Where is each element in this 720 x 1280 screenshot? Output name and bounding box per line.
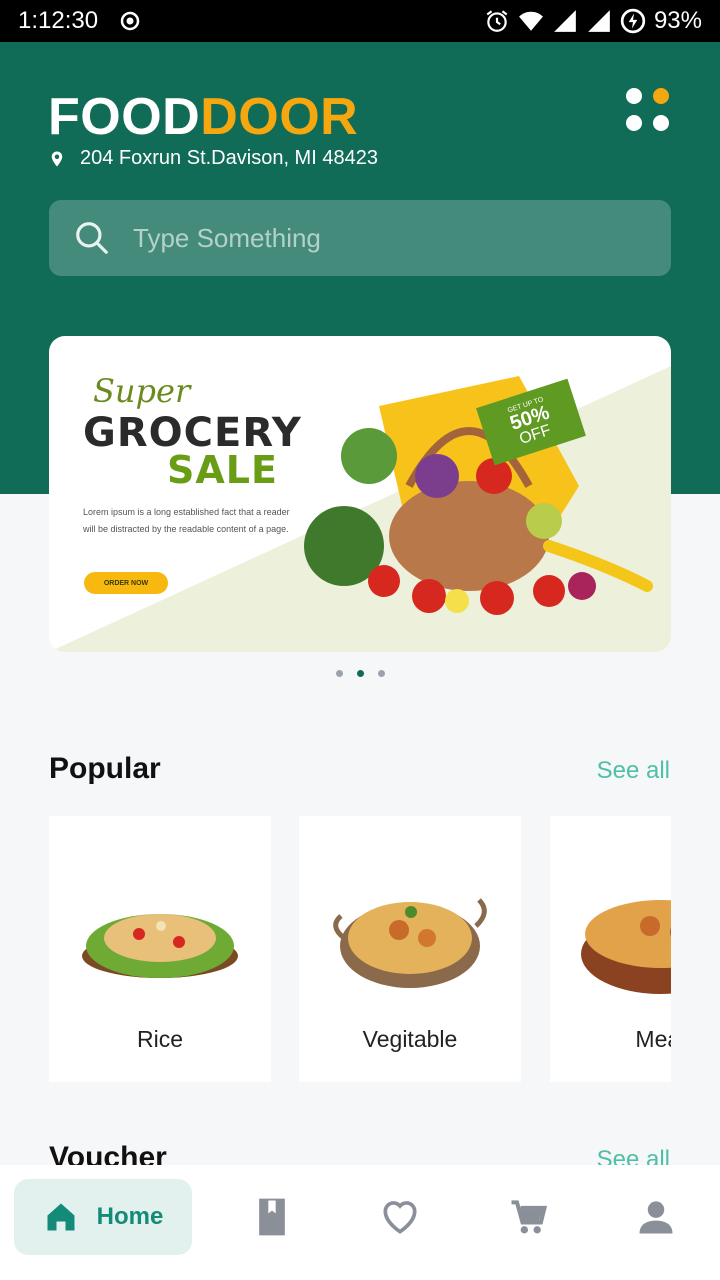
status-bar: 1:12:30 93% — [0, 0, 720, 42]
alarm-icon — [486, 10, 508, 32]
popular-card-rice[interactable]: Rice — [49, 816, 271, 1082]
banner-pager[interactable] — [0, 670, 720, 677]
status-time: 1:12:30 — [18, 7, 99, 34]
brand-logo: FOODDOOR — [48, 87, 358, 147]
book-icon[interactable] — [250, 1195, 294, 1239]
pager-dot[interactable] — [335, 670, 343, 677]
person-icon[interactable] — [634, 1195, 678, 1239]
search-icon — [76, 222, 108, 254]
promo-banner[interactable]: Super GROCERY SALE Lorem ipsum is a long… — [49, 336, 671, 652]
heart-icon[interactable] — [378, 1195, 422, 1239]
pager-dot-active[interactable] — [356, 670, 364, 677]
order-now-button[interactable]: ORDER NOW — [84, 572, 168, 594]
nav-home[interactable]: Home — [14, 1179, 192, 1255]
location-pin-icon — [51, 151, 63, 166]
popular-card-meat[interactable]: Meat — [550, 816, 671, 1082]
search-bar[interactable] — [49, 200, 671, 276]
bottom-navigation: Home — [0, 1165, 720, 1280]
popular-card-vegitable[interactable]: Vegitable — [299, 816, 521, 1082]
search-input[interactable] — [133, 222, 613, 254]
popular-card-label: Vegitable — [362, 1026, 458, 1052]
pager-dot[interactable] — [377, 670, 385, 677]
brand-part2: DOOR — [200, 88, 359, 146]
signal-icon — [554, 10, 576, 32]
nav-home-label: Home — [96, 1203, 164, 1230]
banner-sale: SALE — [167, 448, 278, 492]
home-icon — [47, 1203, 75, 1231]
cart-icon[interactable] — [506, 1195, 550, 1239]
brand-part1: FOOD — [48, 88, 201, 146]
address[interactable]: 204 Foxrun St.Davison, MI 48423 — [48, 147, 378, 170]
menu-icon[interactable] — [626, 88, 674, 136]
popular-see-all-link[interactable]: See all — [597, 757, 670, 785]
banner-description: Lorem ipsum is a long established fact t… — [83, 507, 290, 534]
banner-super: Super — [93, 372, 191, 410]
rice-dish-image — [82, 914, 238, 978]
signal-icon-2 — [588, 10, 610, 32]
popular-card-label: Rice — [136, 1026, 183, 1052]
battery-level: 93% — [653, 7, 702, 34]
popular-card-label: Meat — [635, 1026, 671, 1052]
popular-list: Rice Vegitable Meat — [49, 816, 671, 1082]
meat-dish-image — [581, 900, 671, 994]
record-icon — [120, 11, 140, 31]
vegitable-dish-image — [333, 898, 487, 988]
address-text: 204 Foxrun St.Davison, MI 48423 — [80, 147, 378, 169]
popular-title: Popular — [49, 752, 161, 785]
battery-saver-icon — [620, 8, 646, 34]
wifi-icon — [519, 11, 543, 31]
